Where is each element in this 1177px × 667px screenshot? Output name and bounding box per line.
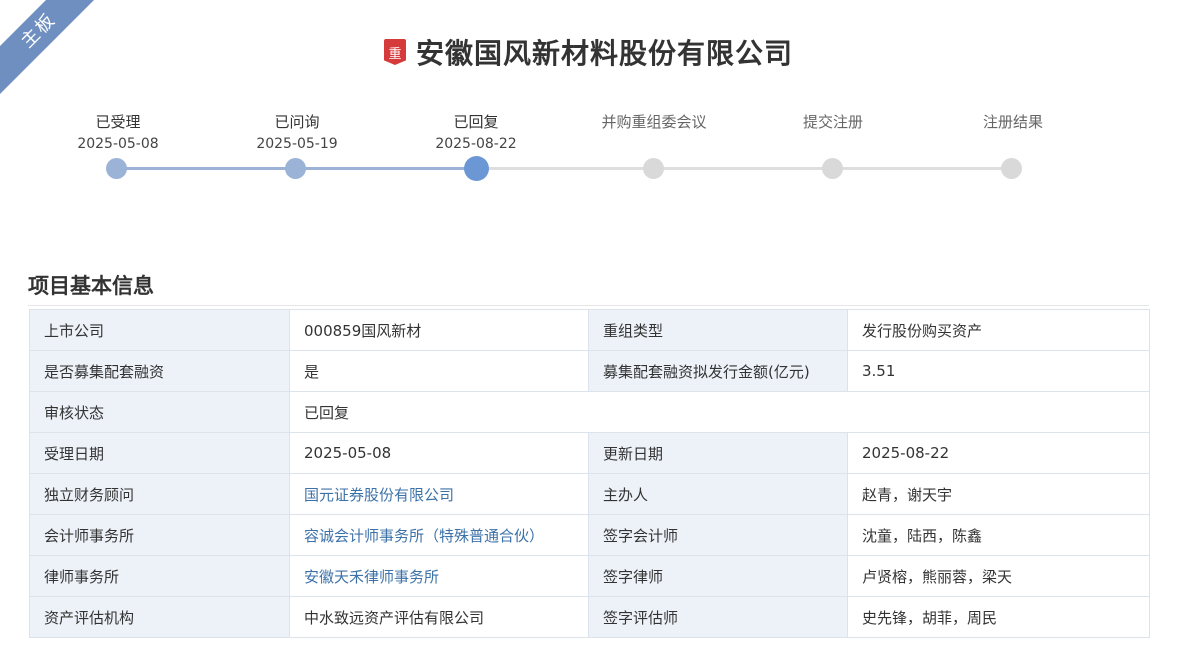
step-dot-pending xyxy=(643,158,664,179)
info-key: 受理日期 xyxy=(29,432,290,474)
restructure-badge-icon: 重 xyxy=(383,39,406,65)
table-row: 是否募集配套融资 是 募集配套融资拟发行金额(亿元) 3.51 xyxy=(29,350,1150,392)
step-label: 注册结果 xyxy=(982,113,1043,131)
section-divider xyxy=(28,305,1149,306)
info-key: 签字会计师 xyxy=(588,514,848,556)
info-key: 独立财务顾问 xyxy=(29,473,290,515)
info-key: 更新日期 xyxy=(588,432,848,474)
info-value: 卢贤榕，熊丽蓉，梁天 xyxy=(847,555,1150,597)
info-key: 上市公司 xyxy=(29,309,290,351)
page-title: 安徽国风新材料股份有限公司 xyxy=(415,37,793,70)
step-label: 提交注册 xyxy=(802,113,863,131)
step-dot-pending xyxy=(1001,158,1022,179)
info-key: 是否募集配套融资 xyxy=(29,350,290,392)
step-dot-done xyxy=(285,158,306,179)
step-2: 已问询 2025-05-19 xyxy=(212,112,382,154)
step-date: 2025-05-19 xyxy=(256,136,338,152)
step-dot-done xyxy=(106,158,127,179)
section-title: 项目基本信息 xyxy=(28,274,154,298)
step-label: 已回复 xyxy=(453,113,499,131)
info-value: 中水致远资产评估有限公司 xyxy=(289,596,589,638)
info-value: 000859国风新材 xyxy=(289,309,589,351)
info-value: 2025-08-22 xyxy=(847,432,1150,474)
info-value: 沈童，陆西，陈鑫 xyxy=(847,514,1150,556)
step-dot-pending xyxy=(822,158,843,179)
project-info-table: 上市公司 000859国风新材 重组类型 发行股份购买资产 是否募集配套融资 是… xyxy=(29,309,1150,638)
info-key: 签字评估师 xyxy=(588,596,848,638)
info-value-cell: 容诚会计师事务所（特殊普通合伙） xyxy=(289,514,589,556)
step-line-pending xyxy=(476,167,1012,170)
info-value: 2025-05-08 xyxy=(289,432,589,474)
step-label: 已问询 xyxy=(274,113,320,131)
step-3: 已回复 2025-08-22 xyxy=(391,112,561,154)
info-key: 审核状态 xyxy=(29,391,290,433)
info-key: 会计师事务所 xyxy=(29,514,290,556)
info-key: 重组类型 xyxy=(588,309,848,351)
table-row: 上市公司 000859国风新材 重组类型 发行股份购买资产 xyxy=(29,309,1150,351)
law-firm-link[interactable]: 安徽天禾律师事务所 xyxy=(304,568,439,586)
table-row: 资产评估机构 中水致远资产评估有限公司 签字评估师 史先锋，胡菲，周民 xyxy=(29,596,1150,638)
info-key: 募集配套融资拟发行金额(亿元) xyxy=(588,350,848,392)
info-key: 主办人 xyxy=(588,473,848,515)
advisor-link[interactable]: 国元证券股份有限公司 xyxy=(304,486,454,504)
table-row: 会计师事务所 容诚会计师事务所（特殊普通合伙） 签字会计师 沈童，陆西，陈鑫 xyxy=(29,514,1150,556)
progress-steps: 已受理 2025-05-08 已问询 2025-05-19 已回复 2025-0… xyxy=(0,112,1177,192)
step-5: 提交注册 xyxy=(748,112,918,132)
table-row: 审核状态 已回复 xyxy=(29,391,1150,433)
info-value: 3.51 xyxy=(847,350,1150,392)
info-key: 资产评估机构 xyxy=(29,596,290,638)
step-1: 已受理 2025-05-08 xyxy=(33,112,203,154)
step-label: 并购重组委会议 xyxy=(601,113,707,131)
info-value-cell: 国元证券股份有限公司 xyxy=(289,473,589,515)
step-label: 已受理 xyxy=(95,113,141,131)
step-date: 2025-08-22 xyxy=(435,136,517,152)
info-key: 签字律师 xyxy=(588,555,848,597)
info-value: 是 xyxy=(289,350,589,392)
title-bar: 重 安徽国风新材料股份有限公司 xyxy=(0,30,1177,74)
step-dot-current xyxy=(464,156,489,181)
info-value-cell: 安徽天禾律师事务所 xyxy=(289,555,589,597)
table-row: 受理日期 2025-05-08 更新日期 2025-08-22 xyxy=(29,432,1150,474)
info-value: 史先锋，胡菲，周民 xyxy=(847,596,1150,638)
info-value: 赵青，谢天宇 xyxy=(847,473,1150,515)
step-date: 2025-05-08 xyxy=(77,136,159,152)
info-value: 已回复 xyxy=(289,391,1150,433)
step-6: 注册结果 xyxy=(928,112,1098,132)
info-key: 律师事务所 xyxy=(29,555,290,597)
table-row: 律师事务所 安徽天禾律师事务所 签字律师 卢贤榕，熊丽蓉，梁天 xyxy=(29,555,1150,597)
accounting-firm-link[interactable]: 容诚会计师事务所（特殊普通合伙） xyxy=(304,527,544,545)
table-row: 独立财务顾问 国元证券股份有限公司 主办人 赵青，谢天宇 xyxy=(29,473,1150,515)
step-4: 并购重组委会议 xyxy=(569,112,739,132)
info-value: 发行股份购买资产 xyxy=(847,309,1150,351)
